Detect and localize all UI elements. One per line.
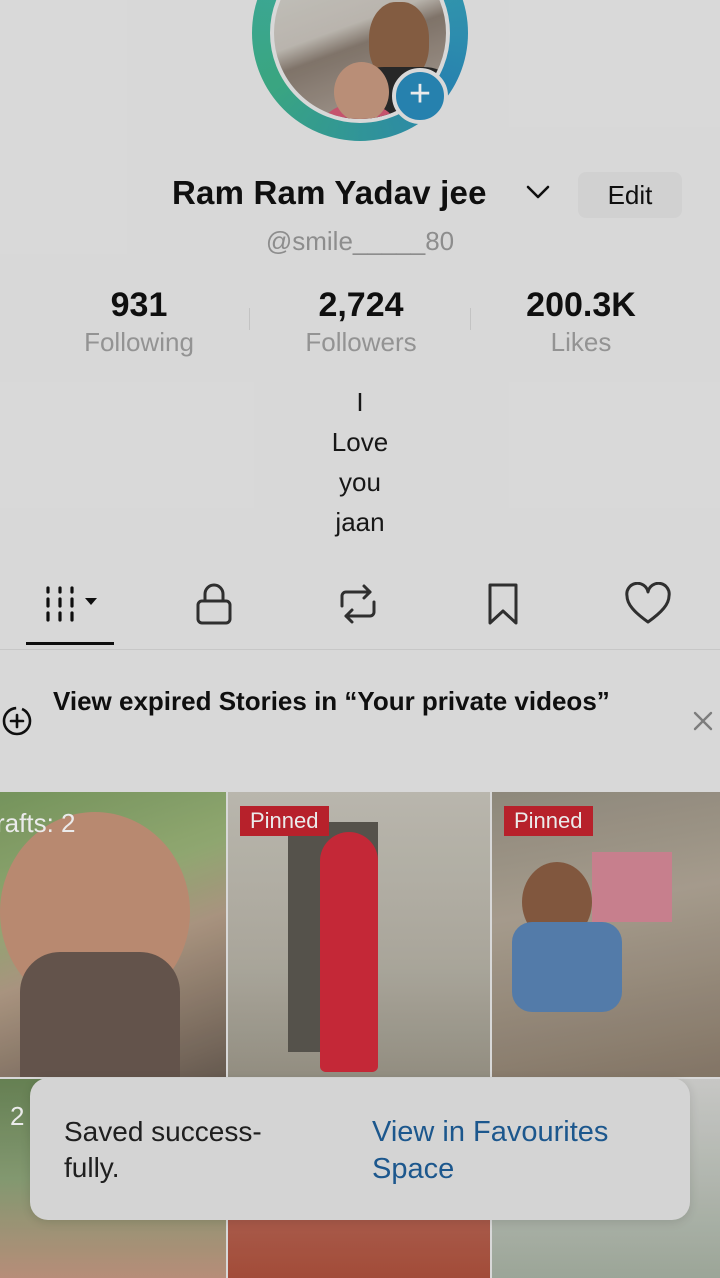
stat-label: Following [84,327,194,357]
tab-reposts[interactable] [308,572,408,636]
view-favourites-link[interactable]: View in Favourites Space [372,1114,672,1188]
bio-line: jaan [335,507,385,537]
stat-followers[interactable]: 2,724 Followers [241,284,481,358]
profile-handle: @smile_____80 [265,226,455,256]
repost-icon [340,584,376,624]
tab-favourites[interactable] [453,572,553,636]
tab-liked[interactable] [598,572,698,636]
pinned-badge: Pinned [504,806,593,836]
bio-line: I [356,387,364,417]
video-count: 2 [10,1101,25,1131]
profile-stats: 931 Following 2,724 Followers 200.3K Lik… [0,284,720,364]
stat-likes[interactable]: 200.3K Likes [461,284,701,358]
profile-tabs [0,572,720,650]
add-story-button[interactable]: + [392,68,448,124]
thumbnail-subject [20,952,180,1077]
thumbnail-subject [512,922,622,1012]
bio-line: Love [331,427,389,457]
videos-grid-icon [46,586,97,622]
profile-display-name[interactable]: Ram Ram Yadav jee [172,174,487,212]
stat-value: 2,724 [318,286,404,324]
bio-line: you [339,467,381,497]
tab-videos[interactable] [20,572,120,636]
toast-message: Saved success-fully. [64,1116,262,1183]
video-thumbnail-pinned[interactable]: Pinned [228,792,490,1077]
avatar-ring[interactable]: + [252,0,468,141]
stat-following[interactable]: 931 Following [19,284,259,358]
stat-value: 931 [110,286,168,324]
thumbnail-subject [592,852,672,922]
pinned-badge: Pinned [240,806,329,836]
tab-selected-indicator [26,642,114,645]
stat-value: 200.3K [526,286,636,324]
edit-profile-button[interactable]: Edit [578,172,682,218]
video-thumbnail-pinned[interactable]: Pinned [492,792,720,1077]
thumbnail-subject [320,832,378,1072]
heart-icon [625,582,671,624]
profile-bio: I Love you jaan [0,382,720,542]
close-icon[interactable] [690,708,716,734]
video-thumbnail-drafts[interactable]: rafts: 2 [0,792,226,1077]
stat-label: Followers [305,327,417,357]
drafts-count: rafts: 2 [0,808,76,838]
saved-toast: Saved success-fully. View in Favourites … [30,1078,690,1220]
tab-private[interactable] [164,572,264,636]
story-add-icon [2,706,32,736]
chevron-down-icon[interactable] [524,182,552,202]
stat-label: Likes [550,327,612,357]
banner-text: View expired Stories in “Your private vi… [53,686,610,716]
bookmark-icon [488,583,518,625]
lock-icon [196,583,232,625]
profile-name-row: Ram Ram Yadav jee Edit [0,172,720,218]
expired-stories-banner[interactable]: View expired Stories in “Your private vi… [0,672,720,772]
